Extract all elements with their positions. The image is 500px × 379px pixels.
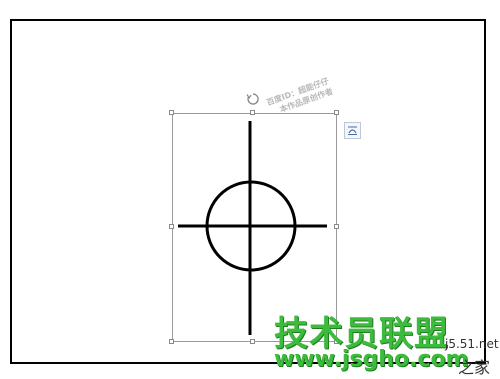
resize-handle-bottom-left[interactable]: [169, 339, 174, 344]
rotate-handle-icon[interactable]: [246, 92, 260, 106]
brand-j51: j5.51.net: [445, 337, 499, 351]
brand-home: 之家: [458, 358, 491, 377]
resize-handle-top-left[interactable]: [169, 110, 174, 115]
layout-options-icon: [348, 126, 357, 135]
resize-handle-top[interactable]: [250, 110, 255, 115]
brand-logo: 技术员联盟 www.jsgho.com j5.51.net 之家: [268, 306, 500, 379]
resize-handle-right[interactable]: [334, 224, 339, 229]
resize-handle-bottom[interactable]: [250, 339, 255, 344]
resize-handle-left[interactable]: [169, 224, 174, 229]
brand-site: www.jsgho.com: [274, 347, 469, 372]
resize-handle-top-right[interactable]: [334, 110, 339, 115]
layout-options-button[interactable]: [344, 122, 361, 139]
